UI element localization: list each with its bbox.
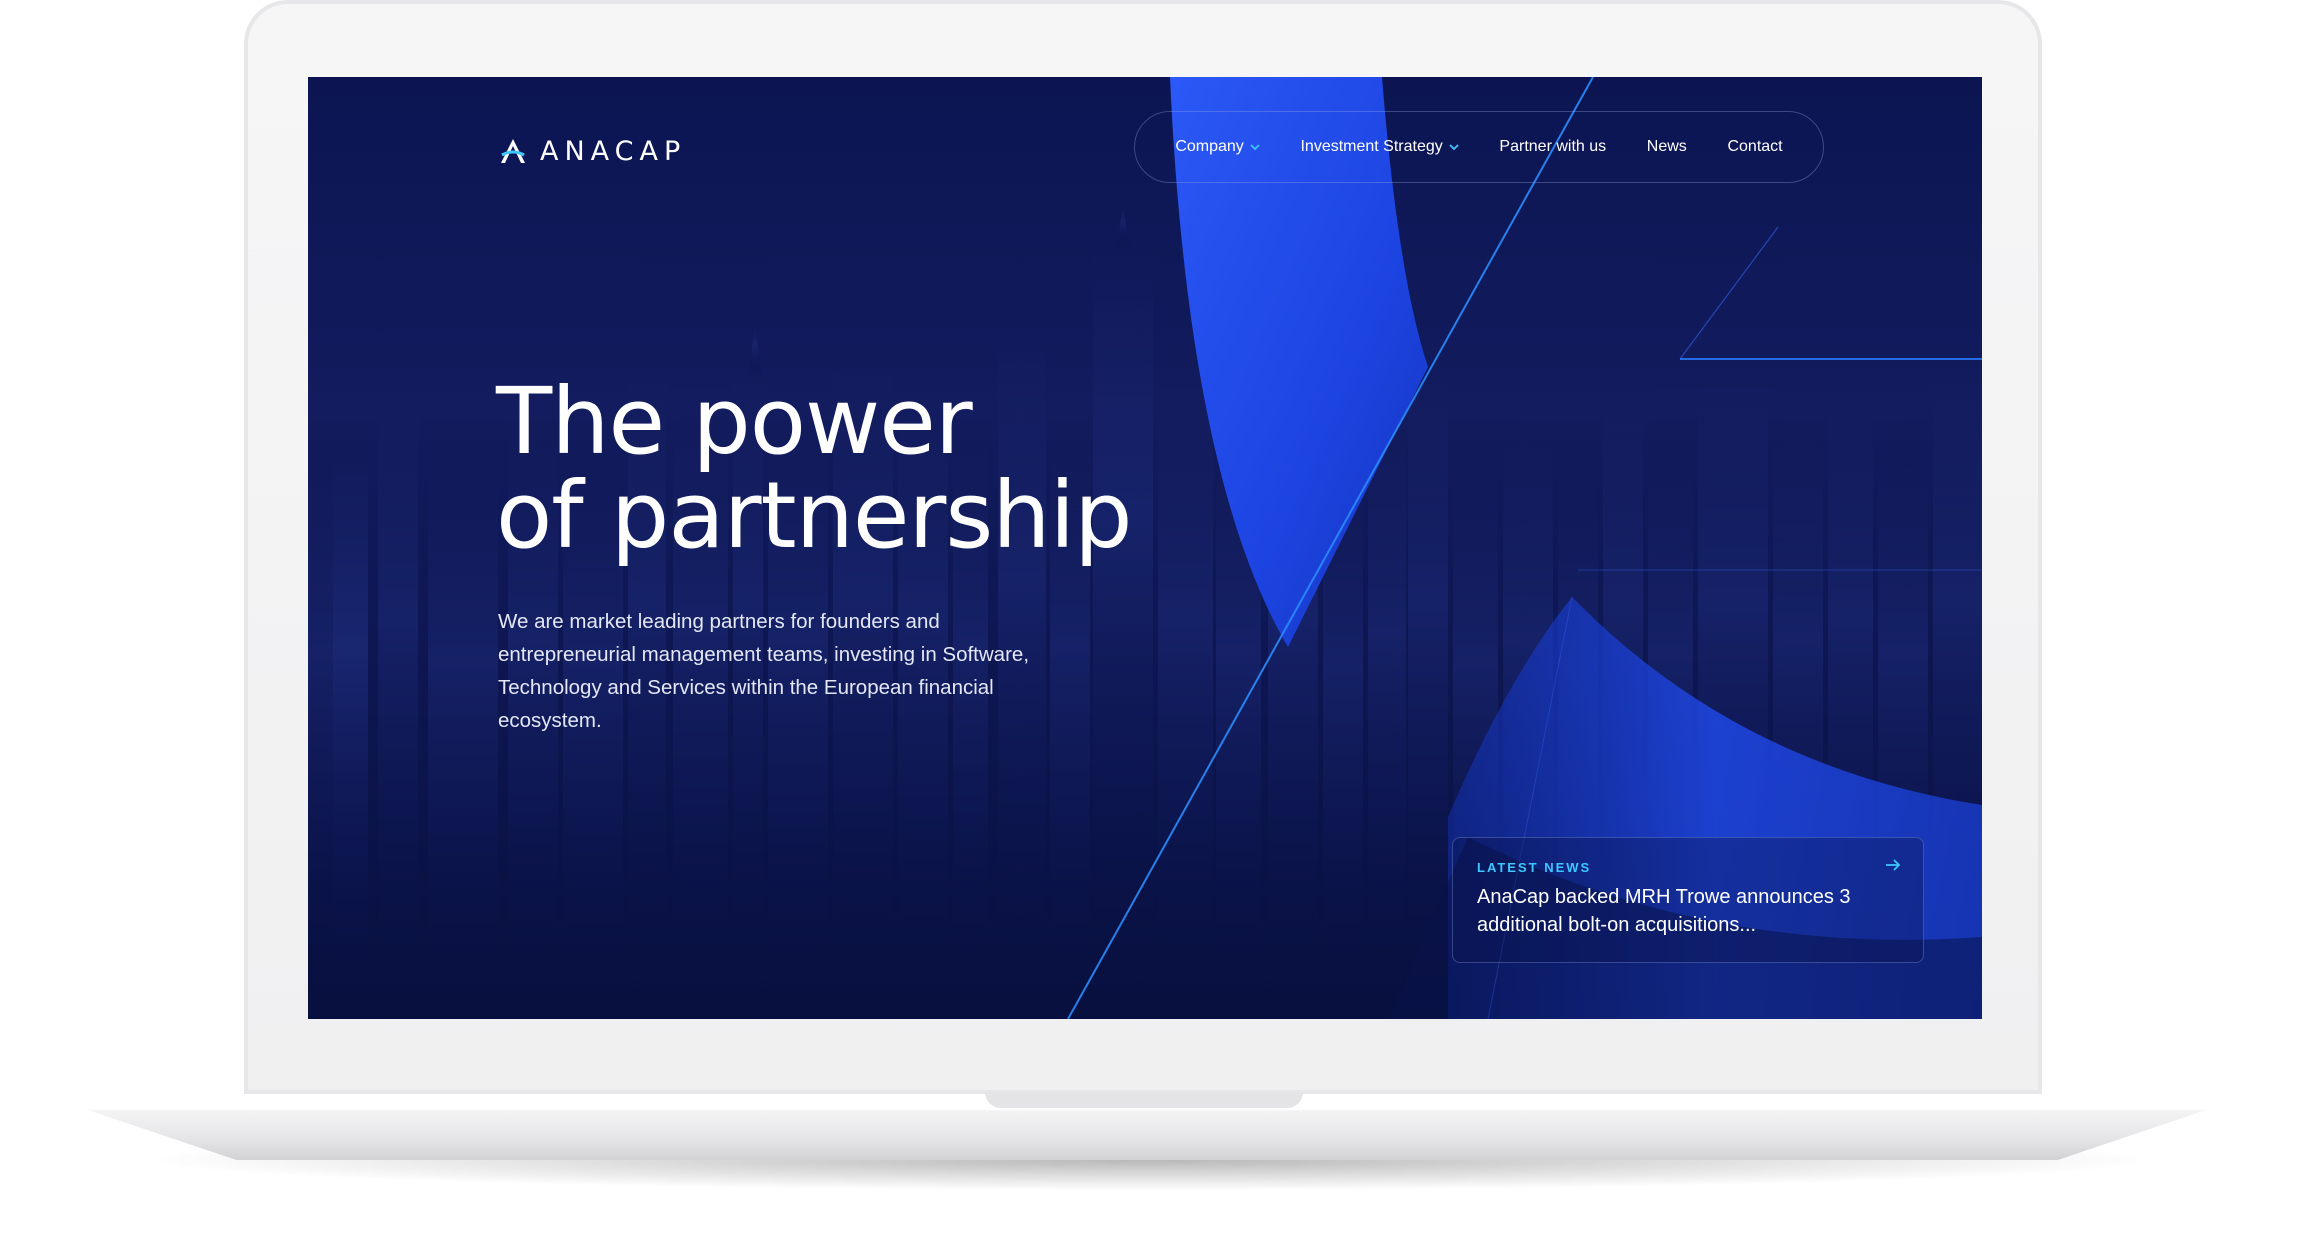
nav-item-news[interactable]: News bbox=[1647, 138, 1687, 156]
nav-label: Partner with us bbox=[1499, 138, 1607, 155]
hero-headline-line-2: of partnership bbox=[496, 462, 1133, 569]
chevron-down-icon bbox=[1250, 143, 1260, 150]
laptop-base bbox=[88, 1110, 2206, 1160]
anacap-logo-icon bbox=[501, 139, 525, 163]
nav-item-contact[interactable]: Contact bbox=[1727, 138, 1782, 156]
main-navigation: Company Investment Strategy Partner with… bbox=[1134, 111, 1824, 183]
latest-news-title: AnaCap backed MRH Trowe announces 3 addi… bbox=[1477, 886, 1851, 936]
hero-headline-line-1: The power bbox=[496, 368, 973, 475]
nav-label: News bbox=[1646, 138, 1687, 155]
arrow-right-icon bbox=[1886, 859, 1901, 871]
laptop-notch bbox=[985, 1092, 1303, 1108]
nav-item-partner-with-us[interactable]: Partner with us bbox=[1499, 138, 1606, 156]
hero-headline: The power of partnership bbox=[496, 375, 1196, 563]
nav-item-company[interactable]: Company bbox=[1175, 138, 1260, 156]
website-screen: ANACAP Company Investment Strategy Partn… bbox=[308, 77, 1982, 1019]
page: ANACAP Company Investment Strategy Partn… bbox=[0, 0, 2302, 1233]
latest-news-card[interactable]: LATEST NEWS AnaCap backed MRH Trowe anno… bbox=[1452, 837, 1924, 963]
nav-label: Company bbox=[1175, 138, 1244, 155]
brand-name: ANACAP bbox=[540, 135, 687, 167]
latest-news-label: LATEST NEWS bbox=[1477, 860, 1592, 875]
nav-label: Contact bbox=[1727, 138, 1783, 155]
nav-label: Investment Strategy bbox=[1300, 138, 1443, 155]
nav-item-investment-strategy[interactable]: Investment Strategy bbox=[1300, 138, 1459, 156]
hero-description: We are market leading partners for found… bbox=[498, 610, 1030, 732]
anacap-logo[interactable]: ANACAP bbox=[498, 135, 686, 167]
chevron-down-icon bbox=[1449, 143, 1459, 150]
